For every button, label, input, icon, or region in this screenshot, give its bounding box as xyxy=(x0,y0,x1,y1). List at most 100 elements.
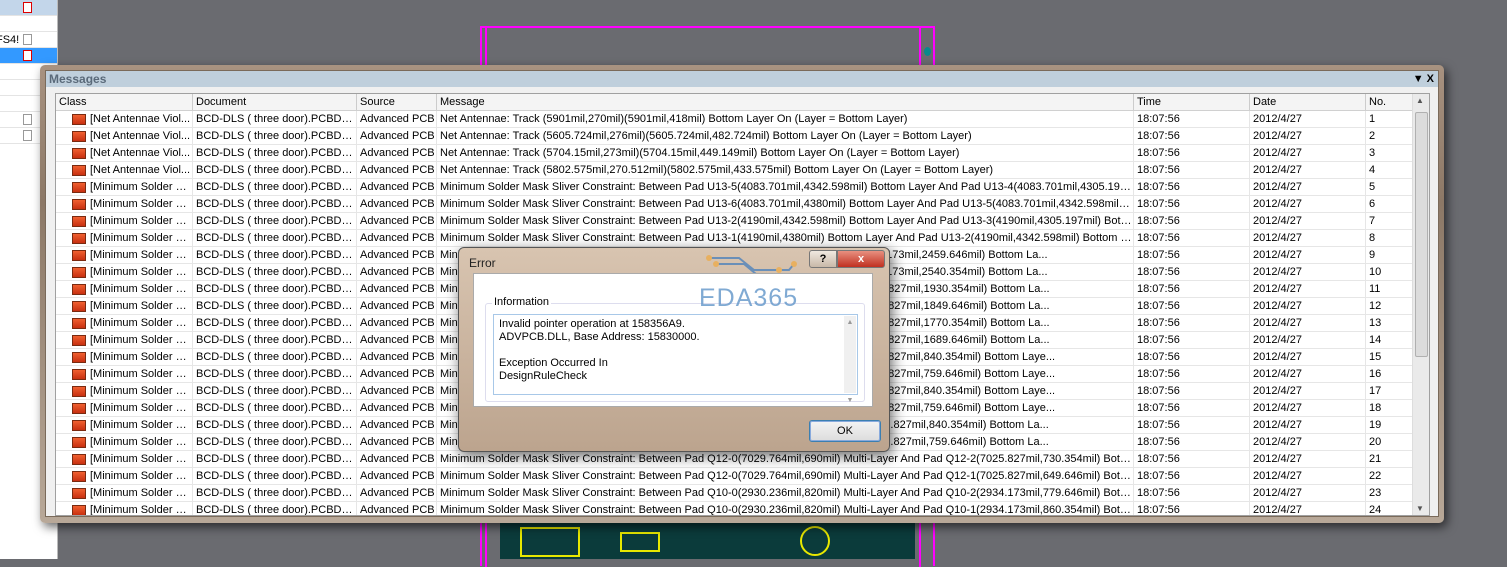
error-details-textbox[interactable]: Invalid pointer operation at 158356A9. A… xyxy=(493,314,858,404)
cell-class: [Minimum Solder M... xyxy=(56,247,193,263)
column-header-no[interactable]: No. xyxy=(1366,94,1414,110)
column-header-time[interactable]: Time xyxy=(1134,94,1250,110)
violation-icon xyxy=(72,453,86,465)
information-label: Information xyxy=(492,296,552,308)
cell-no: 9 xyxy=(1366,247,1414,263)
panel-row[interactable] xyxy=(0,16,57,32)
table-row[interactable]: [Net Antennae Viol... BCD-DLS ( three doo… xyxy=(56,145,1429,162)
table-row[interactable]: [Minimum Solder M... BCD-DLS ( three door… xyxy=(56,468,1429,485)
cell-source: Advanced PCB xyxy=(357,298,437,314)
table-row[interactable]: [Minimum Solder M... BCD-DLS ( three door… xyxy=(56,451,1429,468)
table-row[interactable]: [Minimum Solder M... BCD-DLS ( three door… xyxy=(56,230,1429,247)
vertical-scrollbar[interactable]: ▲ ▼ xyxy=(1412,94,1429,515)
column-header-date[interactable]: Date xyxy=(1250,94,1366,110)
close-button[interactable]: x xyxy=(837,250,885,268)
cell-source: Advanced PCB xyxy=(357,502,437,515)
table-row[interactable]: [Minimum Solder M... BCD-DLS ( three door… xyxy=(56,502,1429,515)
cell-class: [Minimum Solder M... xyxy=(56,298,193,314)
cell-no: 19 xyxy=(1366,417,1414,433)
cell-message: Minimum Solder Mask Sliver Constraint: B… xyxy=(437,179,1134,195)
cell-time: 18:07:56 xyxy=(1134,468,1250,484)
pcb-component-marker xyxy=(924,47,931,56)
cell-time: 18:07:56 xyxy=(1134,349,1250,365)
scrollbar-thumb[interactable] xyxy=(1415,112,1428,357)
violation-icon xyxy=(72,334,86,346)
cell-time: 18:07:56 xyxy=(1134,145,1250,161)
cell-no: 23 xyxy=(1366,485,1414,501)
cell-no: 20 xyxy=(1366,434,1414,450)
cell-message: Minimum Solder Mask Sliver Constraint: B… xyxy=(437,468,1134,484)
cell-date: 2012/4/27 xyxy=(1250,162,1366,178)
cell-message: Net Antennae: Track (5802.575mil,270.512… xyxy=(437,162,1134,178)
cell-date: 2012/4/27 xyxy=(1250,281,1366,297)
cell-time: 18:07:56 xyxy=(1134,179,1250,195)
violation-icon xyxy=(72,317,86,329)
column-header-document[interactable]: Document xyxy=(193,94,357,110)
help-button[interactable]: ? xyxy=(809,250,837,268)
table-row[interactable]: [Net Antennae Viol... BCD-DLS ( three doo… xyxy=(56,111,1429,128)
violation-icon xyxy=(72,470,86,482)
messages-title: Messages xyxy=(49,72,107,86)
document-icon xyxy=(23,34,32,45)
table-row[interactable]: [Minimum Solder M... BCD-DLS ( three door… xyxy=(56,179,1429,196)
violation-icon xyxy=(72,283,86,295)
cell-source: Advanced PCB xyxy=(357,179,437,195)
messages-title-bar[interactable]: Messages ▼ X xyxy=(46,71,1438,87)
cell-date: 2012/4/27 xyxy=(1250,417,1366,433)
panel-menu-icon[interactable]: ▼ xyxy=(1413,73,1424,85)
column-header-class[interactable]: Class xyxy=(56,94,193,110)
cell-class-text: [Minimum Solder M... xyxy=(90,215,192,227)
cell-date: 2012/4/27 xyxy=(1250,213,1366,229)
cell-date: 2012/4/27 xyxy=(1250,451,1366,467)
violation-icon xyxy=(72,181,86,193)
table-row[interactable]: [Minimum Solder M... BCD-DLS ( three door… xyxy=(56,485,1429,502)
textbox-scrollbar[interactable]: ▲ ▼ xyxy=(844,316,856,404)
cell-class-text: [Minimum Solder M... xyxy=(90,487,192,499)
scroll-up-icon[interactable]: ▲ xyxy=(1416,96,1424,105)
cell-date: 2012/4/27 xyxy=(1250,349,1366,365)
cell-class: [Net Antennae Viol... xyxy=(56,111,193,127)
cell-class: [Net Antennae Viol... xyxy=(56,145,193,161)
ok-button[interactable]: OK xyxy=(809,420,881,442)
cell-time: 18:07:56 xyxy=(1134,111,1250,127)
cell-document: BCD-DLS ( three door).PCBDOC xyxy=(193,400,357,416)
panel-row[interactable] xyxy=(0,0,57,16)
table-row[interactable]: [Net Antennae Viol... BCD-DLS ( three doo… xyxy=(56,128,1429,145)
panel-close-icon[interactable]: X xyxy=(1427,73,1434,85)
cell-document: BCD-DLS ( three door).PCBDOC xyxy=(193,128,357,144)
cell-date: 2012/4/27 xyxy=(1250,502,1366,515)
cell-class-text: [Minimum Solder M... xyxy=(90,470,192,482)
error-details-text: Invalid pointer operation at 158356A9. A… xyxy=(499,318,700,382)
document-icon xyxy=(23,2,32,13)
cell-source: Advanced PCB xyxy=(357,264,437,280)
table-row[interactable]: [Net Antennae Viol... BCD-DLS ( three doo… xyxy=(56,162,1429,179)
cell-class: [Minimum Solder M... xyxy=(56,281,193,297)
cell-time: 18:07:56 xyxy=(1134,502,1250,515)
cell-message: Minimum Solder Mask Sliver Constraint: B… xyxy=(437,230,1134,246)
table-row[interactable]: [Minimum Solder M... BCD-DLS ( three door… xyxy=(56,196,1429,213)
scroll-down-icon[interactable]: ▼ xyxy=(1416,504,1424,513)
column-header-source[interactable]: Source xyxy=(357,94,437,110)
panel-row[interactable]: FS4! xyxy=(0,32,57,48)
cell-document: BCD-DLS ( three door).PCBDOC xyxy=(193,264,357,280)
cell-document: BCD-DLS ( three door).PCBDOC xyxy=(193,468,357,484)
cell-class-text: [Net Antennae Viol... xyxy=(90,113,191,125)
cell-document: BCD-DLS ( three door).PCBDOC xyxy=(193,451,357,467)
cell-class: [Minimum Solder M... xyxy=(56,502,193,515)
cell-class-text: [Minimum Solder M... xyxy=(90,198,192,210)
cell-no: 11 xyxy=(1366,281,1414,297)
cell-source: Advanced PCB xyxy=(357,230,437,246)
panel-row-selected[interactable] xyxy=(0,48,57,64)
cell-no: 10 xyxy=(1366,264,1414,280)
cell-message: Minimum Solder Mask Sliver Constraint: B… xyxy=(437,196,1134,212)
cell-source: Advanced PCB xyxy=(357,400,437,416)
cell-class: [Minimum Solder M... xyxy=(56,196,193,212)
cell-class-text: [Minimum Solder M... xyxy=(90,317,192,329)
cell-class: [Minimum Solder M... xyxy=(56,230,193,246)
violation-icon xyxy=(72,147,86,159)
table-row[interactable]: [Minimum Solder M... BCD-DLS ( three door… xyxy=(56,213,1429,230)
error-dialog: Error ? x Information Invalid pointer op… xyxy=(458,247,890,452)
cell-document: BCD-DLS ( three door).PCBDOC xyxy=(193,485,357,501)
column-header-message[interactable]: Message xyxy=(437,94,1134,110)
dialog-content: Information Invalid pointer operation at… xyxy=(473,273,873,407)
